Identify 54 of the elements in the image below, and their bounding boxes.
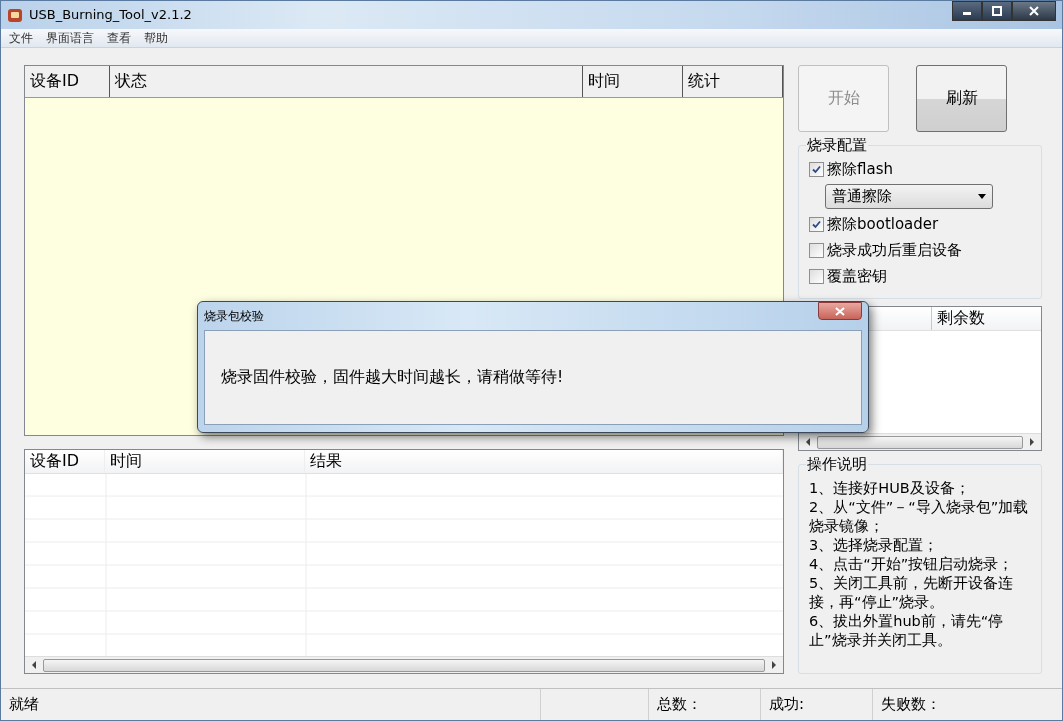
scroll-right-icon[interactable]	[771, 661, 777, 670]
close-icon	[1029, 6, 1039, 16]
checkbox[interactable]	[809, 216, 824, 232]
scroll-left-icon[interactable]	[805, 438, 811, 447]
menu-item[interactable]: 帮助	[144, 29, 168, 47]
column-header[interactable]: 结果	[305, 450, 783, 474]
maximize-button[interactable]	[982, 1, 1012, 21]
checkmark-icon	[812, 219, 821, 229]
dialog-message: 烧录固件校验，固件越大时间越长，请稍做等待!	[221, 367, 564, 388]
column-header[interactable]: 时间	[105, 450, 305, 474]
instruction-text: 1、连接好HUB及设备；	[809, 479, 971, 499]
instruction-text: 4、点击“开始”按钮启动烧录；	[809, 555, 1015, 575]
app-icon	[7, 6, 23, 23]
close-button[interactable]	[1012, 1, 1056, 21]
success-count-label: 成功:	[761, 689, 873, 720]
dropdown-caret-icon	[978, 194, 986, 200]
instruction-text: 5、关闭工具前，先断开设备连接，再“停止”烧录。	[809, 574, 1015, 613]
menu-item[interactable]: 文件	[9, 29, 33, 47]
checkbox[interactable]	[809, 242, 824, 258]
horizontal-scrollbar[interactable]	[25, 656, 783, 674]
scrollbar-thumb[interactable]	[817, 435, 1023, 449]
column-header[interactable]: 状态	[110, 66, 583, 98]
checkbox-label[interactable]: 覆盖密钥	[827, 266, 887, 286]
close-button[interactable]	[818, 302, 862, 320]
instruction-text: 2、从“文件”－“导入烧录包”加载烧录镜像；	[809, 498, 1030, 537]
checkbox[interactable]	[809, 268, 824, 284]
menu-item[interactable]: 界面语言	[46, 29, 94, 47]
column-header[interactable]: 设备ID	[25, 450, 105, 474]
checkbox-label[interactable]: 烧录成功后重启设备	[827, 240, 962, 260]
maximize-icon	[992, 6, 1002, 16]
instruction-text: 6、拔出外置hub前，请先“停止”烧录并关闭工具。	[809, 612, 1005, 651]
failed-count-label: 失败数：	[880, 694, 942, 716]
checkbox[interactable]	[809, 161, 824, 177]
checkbox-label[interactable]: 擦除flash	[827, 159, 893, 179]
instruction-text: 3、选择烧录配置；	[809, 536, 940, 556]
erase-mode-dropdown[interactable]: 普通擦除	[825, 184, 993, 210]
minimize-button[interactable]	[952, 1, 982, 21]
scrollbar-thumb[interactable]	[43, 658, 765, 672]
status-text: 就绪	[1, 689, 541, 720]
dropdown-value: 普通擦除	[832, 187, 892, 207]
checkbox-label[interactable]: 擦除bootloader	[827, 214, 939, 234]
menu-item[interactable]: 查看	[107, 29, 131, 47]
column-header[interactable]: 统计	[683, 66, 783, 98]
scroll-right-icon[interactable]	[1029, 438, 1035, 447]
checkmark-icon	[812, 164, 821, 174]
refresh-button[interactable]: 刷新	[916, 65, 1007, 133]
close-icon	[835, 306, 845, 316]
scroll-left-icon[interactable]	[31, 661, 37, 670]
horizontal-scrollbar[interactable]	[799, 433, 1041, 451]
total-count-label: 总数：	[649, 689, 761, 720]
dialog-title: 烧录包校验	[204, 307, 264, 325]
column-header[interactable]: 设备ID	[25, 66, 110, 98]
window-title: USB_Burning_Tool_v2.1.2	[29, 7, 193, 23]
column-header[interactable]: 时间	[583, 66, 683, 98]
